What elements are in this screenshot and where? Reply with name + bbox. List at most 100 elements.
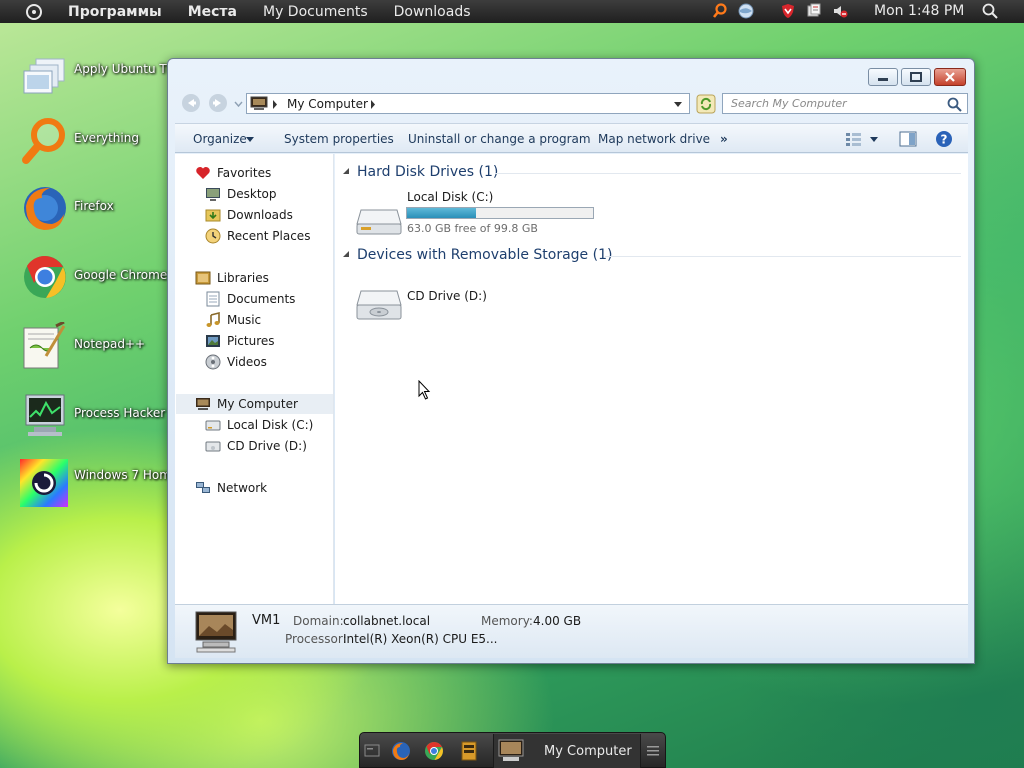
- desktop-icon-process-hacker-2[interactable]: Process Hacker 2: [20, 391, 177, 451]
- local-disk-usage-bar: [406, 207, 594, 219]
- computer-icon: [250, 96, 268, 110]
- uninstall-program-button[interactable]: Uninstall or change a program: [408, 132, 591, 146]
- content-pane: Hard Disk Drives (1) Local Disk (C:) 63.…: [335, 154, 968, 604]
- section-heading-hard-disks[interactable]: Hard Disk Drives (1): [357, 164, 498, 180]
- local-disk-name[interactable]: Local Disk (C:): [407, 190, 493, 204]
- nav-recent-places[interactable]: Recent Places: [205, 226, 325, 246]
- taskbar-window-label[interactable]: My Computer: [544, 744, 632, 759]
- help-icon[interactable]: ?: [935, 130, 953, 148]
- restore-icon: [910, 72, 922, 82]
- desktop-icon-google-chrome[interactable]: Google Chrome: [20, 253, 170, 313]
- desktop-icon-firefox[interactable]: Firefox: [20, 184, 170, 244]
- nav-documents[interactable]: Documents: [205, 289, 325, 309]
- collapse-triangle-icon[interactable]: [343, 251, 350, 258]
- change-view-icon[interactable]: [845, 131, 863, 147]
- nav-cd-drive[interactable]: CD Drive (D:): [205, 436, 325, 456]
- restore-button[interactable]: [901, 68, 931, 86]
- network-icon: [196, 482, 210, 493]
- system-menu-icon[interactable]: [26, 3, 42, 20]
- breadcrumb-arrow-icon[interactable]: [370, 100, 376, 109]
- back-button[interactable]: [182, 94, 200, 112]
- desktop-icon-notepadpp[interactable]: Notepad++: [20, 322, 170, 382]
- memory-label: Memory:: [481, 614, 533, 628]
- recent-places-icon: [205, 228, 221, 244]
- organize-button[interactable]: Organize: [193, 132, 247, 146]
- nav-music[interactable]: Music: [205, 310, 325, 330]
- forward-button[interactable]: [209, 94, 227, 112]
- navigation-pane: Favorites Desktop Downloads Recent Place…: [175, 154, 334, 604]
- documents-icon: [206, 291, 220, 307]
- minimize-button[interactable]: [868, 68, 898, 86]
- more-commands-button[interactable]: »: [720, 132, 728, 146]
- cd-drive-icon[interactable]: [355, 281, 403, 323]
- menu-places[interactable]: Места: [188, 4, 237, 20]
- map-network-drive-button[interactable]: Map network drive: [598, 132, 710, 146]
- notepadpp-icon: [23, 322, 66, 369]
- show-desktop-icon[interactable]: [364, 743, 380, 759]
- close-button[interactable]: [934, 68, 966, 86]
- hard-disk-icon: [205, 420, 221, 431]
- search-icon[interactable]: [712, 3, 728, 19]
- memory-value: 4.00 GB: [533, 614, 582, 628]
- address-dropdown-icon[interactable]: [673, 100, 683, 108]
- theme-icon: [23, 58, 65, 94]
- cd-drive-name[interactable]: CD Drive (D:): [407, 289, 487, 303]
- organize-dropdown-icon[interactable]: [246, 137, 254, 143]
- breadcrumb-arrow-icon[interactable]: [272, 100, 278, 109]
- nav-my-computer[interactable]: My Computer: [176, 394, 333, 414]
- menu-programs[interactable]: Программы: [68, 4, 162, 20]
- desktop-icon: [206, 188, 220, 201]
- nav-downloads[interactable]: Downloads: [205, 205, 325, 225]
- domain-label: Domain:: [293, 614, 344, 628]
- chrome-icon[interactable]: [424, 741, 444, 761]
- nav-network[interactable]: Network: [195, 478, 325, 498]
- nav-libraries[interactable]: Libraries: [195, 268, 325, 288]
- svg-text:?: ?: [941, 133, 948, 147]
- search-input[interactable]: [731, 96, 941, 111]
- clipboard-icon[interactable]: [806, 3, 822, 19]
- volume-muted-icon[interactable]: [832, 3, 848, 19]
- collapse-triangle-icon[interactable]: [343, 168, 350, 175]
- nav-local-disk[interactable]: Local Disk (C:): [205, 415, 325, 435]
- address-path[interactable]: My Computer: [287, 97, 368, 111]
- music-note-icon: [206, 312, 220, 327]
- refresh-icon[interactable]: [696, 94, 716, 114]
- desktop-icon-everything[interactable]: Everything: [20, 116, 170, 176]
- nav-favorites[interactable]: Favorites: [195, 163, 325, 183]
- panel-search-icon[interactable]: [982, 3, 998, 19]
- domain-value: collabnet.local: [343, 614, 431, 628]
- preview-pane-icon[interactable]: [899, 131, 917, 147]
- menu-my-documents[interactable]: My Documents: [263, 4, 368, 20]
- search-icon[interactable]: [947, 97, 962, 112]
- desktop-icon-color-changer[interactable]: Windows 7 Home Color Changer: [20, 459, 268, 519]
- local-disk-free-space: 63.0 GB free of 99.8 GB: [407, 222, 538, 235]
- nav-videos[interactable]: Videos: [205, 352, 325, 372]
- menu-downloads[interactable]: Downloads: [394, 4, 471, 20]
- favorites-heart-icon: [196, 167, 210, 179]
- dock-menu-icon[interactable]: [647, 744, 659, 758]
- network-globe-icon[interactable]: [738, 3, 754, 19]
- address-bar[interactable]: My Computer: [246, 93, 690, 114]
- minimize-icon: [878, 78, 888, 81]
- desktop-icon-apply-ubuntu-theme[interactable]: Apply Ubuntu The: [20, 57, 182, 117]
- hard-disk-icon[interactable]: [355, 196, 403, 238]
- search-box[interactable]: [722, 93, 968, 114]
- mouse-cursor-icon: [418, 380, 431, 400]
- processor-value: Intel(R) Xeon(R) CPU E5...: [343, 632, 498, 646]
- back-arrow-icon: [188, 99, 196, 107]
- system-properties-button[interactable]: System properties: [284, 132, 394, 146]
- nav-desktop[interactable]: Desktop: [205, 184, 325, 204]
- everything-search-icon: [22, 118, 65, 164]
- shield-icon[interactable]: [780, 3, 796, 19]
- details-pane: VM1 Domain: collabnet.local Memory: 4.00…: [175, 604, 968, 658]
- section-heading-removable-storage[interactable]: Devices with Removable Storage (1): [357, 247, 612, 263]
- recent-pages-chevron-icon[interactable]: [234, 99, 243, 108]
- firefox-icon[interactable]: [391, 741, 411, 761]
- top-panel: Программы Места My Documents Downloads M…: [0, 0, 1024, 23]
- clock[interactable]: Mon 1:48 PM: [874, 3, 964, 19]
- file-manager-icon[interactable]: [459, 741, 479, 761]
- pictures-icon: [206, 335, 220, 347]
- process-hacker-icon: [25, 394, 65, 436]
- view-dropdown-icon[interactable]: [870, 137, 878, 143]
- nav-pictures[interactable]: Pictures: [205, 331, 325, 351]
